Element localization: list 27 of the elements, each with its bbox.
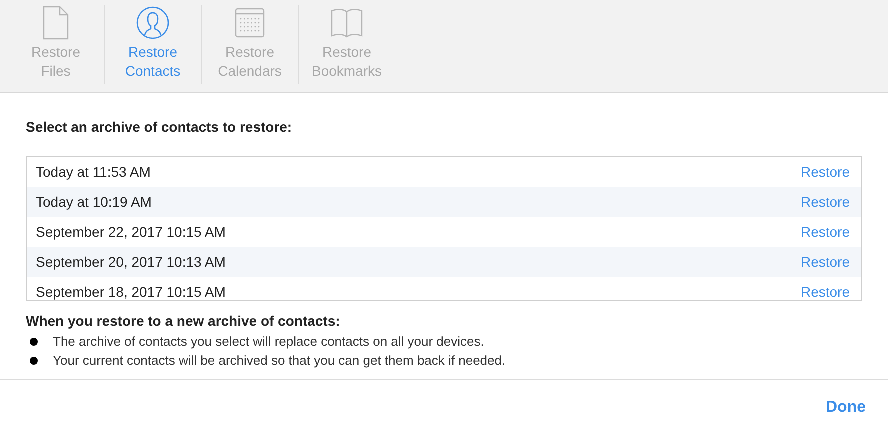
bullet-icon [30, 338, 38, 346]
restore-link[interactable]: Restore [800, 282, 850, 300]
bullet-icon [30, 356, 38, 364]
archive-date: Today at 10:19 AM [36, 192, 152, 212]
person-icon [136, 6, 170, 40]
document-icon [43, 6, 69, 40]
archive-date: September 20, 2017 10:13 AM [36, 252, 226, 272]
tab[interactable]: Restore Files [8, 5, 104, 84]
restore-link[interactable]: Restore [800, 222, 850, 242]
book-icon [331, 7, 363, 39]
section-heading: Select an archive of contacts to restore: [26, 118, 294, 137]
done-button[interactable]: Done [826, 396, 866, 420]
tab[interactable]: Restore Contacts [105, 5, 201, 84]
tab[interactable]: Restore Bookmarks [299, 5, 395, 84]
restore-link[interactable]: Restore [800, 162, 850, 182]
archive-row[interactable]: Today at 10:19 AM Restore [27, 187, 861, 217]
tab[interactable]: Restore Calendars [202, 5, 298, 84]
calendar-icon [235, 8, 265, 38]
restore-link[interactable]: Restore [800, 192, 850, 212]
archive-row[interactable]: September 20, 2017 10:13 AM Restore [27, 247, 861, 277]
archive-date: September 18, 2017 10:15 AM [36, 282, 226, 300]
archive-date: September 22, 2017 10:15 AM [36, 222, 226, 242]
restore-link[interactable]: Restore [800, 252, 850, 272]
notes-title: When you restore to a new archive of contacts: [26, 312, 342, 331]
archive-date: Today at 11:53 AM [36, 162, 151, 182]
note-text: Your current contacts will be archived so that you can get them back if needed. [53, 352, 506, 370]
note-text: The archive of contacts you select will replace contacts on all your devices. [53, 333, 484, 351]
